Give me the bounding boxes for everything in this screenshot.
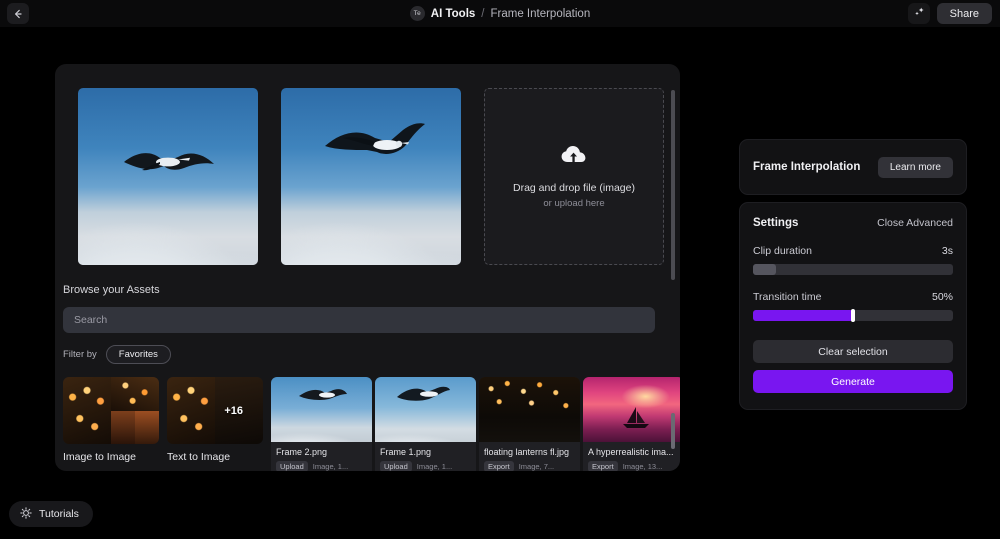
upload-dropzone[interactable]: Drag and drop file (image) or upload her… xyxy=(484,88,664,265)
asset-card[interactable]: Frame 2.png Upload Image, 1... xyxy=(271,377,372,471)
bird-silhouette-icon xyxy=(319,118,429,172)
filter-row: Filter by Favorites xyxy=(63,345,655,364)
transition-time-control: Transition time 50% xyxy=(753,291,953,321)
share-button[interactable]: Share xyxy=(937,3,992,24)
breadcrumb-app[interactable]: AI Tools xyxy=(431,8,476,20)
tutorials-label: Tutorials xyxy=(39,508,79,520)
clear-selection-button[interactable]: Clear selection xyxy=(753,340,953,363)
right-panel: Frame Interpolation Learn more Settings … xyxy=(739,139,967,410)
asset-thumbnail xyxy=(479,377,580,442)
asset-source-tag: Export xyxy=(484,461,514,471)
frame-2-image xyxy=(281,88,461,265)
settings-card: Settings Close Advanced Clip duration 3s… xyxy=(739,202,967,410)
dropzone-subtitle[interactable]: or upload here xyxy=(543,198,604,209)
asset-thumbnail xyxy=(271,377,372,442)
settings-title: Settings xyxy=(753,217,798,229)
lightbulb-icon xyxy=(20,507,32,522)
assets-row: Image to Image +16 Text to Image xyxy=(55,377,680,471)
dropzone-title: Drag and drop file (image) xyxy=(513,182,635,194)
bird-silhouette-icon xyxy=(120,144,218,184)
asset-info: Image, 1... xyxy=(313,462,348,471)
transition-time-label: Transition time xyxy=(753,291,821,303)
asset-source-tag: Upload xyxy=(276,461,308,471)
top-bar-actions: Share xyxy=(908,3,992,24)
asset-meta: Frame 1.png Upload Image, 1... xyxy=(375,442,476,471)
filter-label: Filter by xyxy=(63,349,97,360)
asset-name: Frame 1.png xyxy=(380,447,471,457)
frame-1-image xyxy=(78,88,258,265)
tool-title: Frame Interpolation xyxy=(753,161,860,173)
asset-source-tag: Export xyxy=(588,461,618,471)
search-input[interactable] xyxy=(74,314,644,326)
sparkle-button[interactable] xyxy=(908,3,930,24)
asset-name: Frame 2.png xyxy=(276,447,367,457)
cloud-shape xyxy=(281,191,461,265)
asset-source-tag: Upload xyxy=(380,461,412,471)
cloud-upload-icon xyxy=(561,145,587,170)
asset-name: A hyperrealistic ima... xyxy=(588,447,679,457)
asset-info: Image, 7... xyxy=(519,462,554,471)
collection-thumbnail: +16 xyxy=(167,377,263,444)
asset-thumbnail xyxy=(583,377,680,442)
tool-header-card: Frame Interpolation Learn more xyxy=(739,139,967,195)
breadcrumb-page: Frame Interpolation xyxy=(491,8,591,20)
asset-info: Image, 13... xyxy=(623,462,663,471)
editor-panel: Drag and drop file (image) or upload her… xyxy=(55,64,680,471)
search-field[interactable] xyxy=(63,307,655,333)
transition-time-slider-thumb[interactable] xyxy=(851,309,855,322)
clip-duration-label: Clip duration xyxy=(753,245,812,257)
collection-label: Image to Image xyxy=(63,451,159,463)
learn-more-button[interactable]: Learn more xyxy=(878,157,953,178)
collection-text-to-image[interactable]: +16 Text to Image xyxy=(167,377,263,471)
transition-time-value: 50% xyxy=(932,291,953,303)
collection-label: Text to Image xyxy=(167,451,263,463)
frame-slot-1[interactable] xyxy=(78,88,258,265)
clip-duration-value: 3s xyxy=(942,245,953,257)
generate-button[interactable]: Generate xyxy=(753,370,953,393)
breadcrumb: Te AI Tools / Frame Interpolation xyxy=(0,0,1000,27)
sparkle-icon xyxy=(913,5,925,23)
tutorials-button[interactable]: Tutorials xyxy=(9,501,93,527)
asset-name: floating lanterns fl.jpg xyxy=(484,447,575,457)
browse-assets-title: Browse your Assets xyxy=(63,284,655,296)
asset-card[interactable]: Frame 1.png Upload Image, 1... xyxy=(375,377,476,471)
asset-meta: A hyperrealistic ima... Export Image, 13… xyxy=(583,442,680,471)
asset-info: Image, 1... xyxy=(417,462,452,471)
transition-time-slider[interactable] xyxy=(753,310,953,321)
app-root: Te AI Tools / Frame Interpolation Share xyxy=(0,0,1000,539)
collection-image-to-image[interactable]: Image to Image xyxy=(63,377,159,471)
asset-meta: Frame 2.png Upload Image, 1... xyxy=(271,442,372,471)
frames-row: Drag and drop file (image) or upload her… xyxy=(55,88,680,265)
clip-duration-slider[interactable] xyxy=(753,264,953,275)
settings-header: Settings Close Advanced xyxy=(753,217,953,229)
clip-duration-control: Clip duration 3s xyxy=(753,245,953,275)
frame-slot-2[interactable] xyxy=(281,88,461,265)
assets-scrollbar-thumb[interactable] xyxy=(671,413,675,449)
collection-thumbnail xyxy=(63,377,159,444)
asset-thumbnail xyxy=(375,377,476,442)
breadcrumb-separator: / xyxy=(481,8,484,20)
transition-time-slider-fill xyxy=(753,310,853,321)
avatar: Te xyxy=(410,6,425,21)
cloud-shape xyxy=(78,191,258,265)
asset-meta: floating lanterns fl.jpg Export Image, 7… xyxy=(479,442,580,471)
filter-chip-favorites[interactable]: Favorites xyxy=(106,345,171,364)
clip-duration-slider-fill xyxy=(753,264,776,275)
asset-card[interactable]: A hyperrealistic ima... Export Image, 13… xyxy=(583,377,680,471)
panel-vertical-scrollbar[interactable] xyxy=(671,90,675,280)
collection-count-badge: +16 xyxy=(224,405,243,417)
close-advanced-toggle[interactable]: Close Advanced xyxy=(877,217,953,229)
asset-card[interactable]: floating lanterns fl.jpg Export Image, 7… xyxy=(479,377,580,471)
top-bar: Te AI Tools / Frame Interpolation Share xyxy=(0,0,1000,27)
